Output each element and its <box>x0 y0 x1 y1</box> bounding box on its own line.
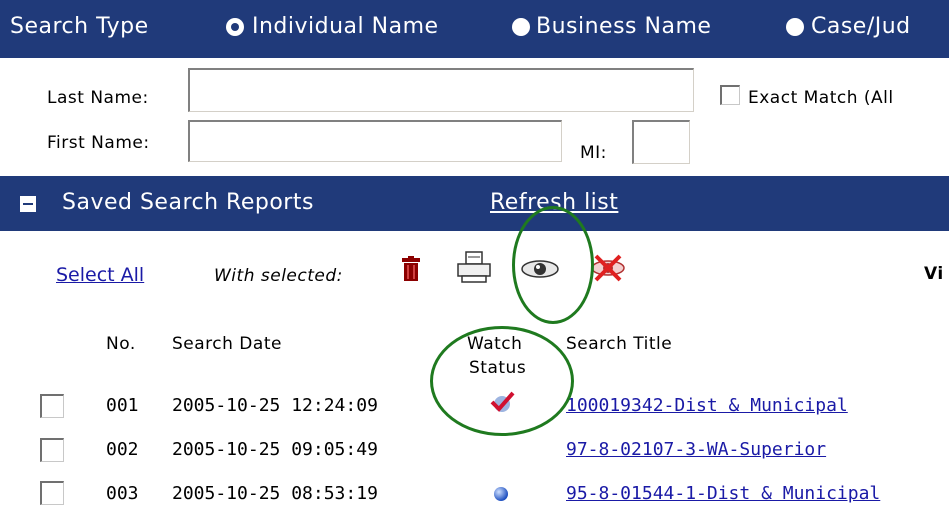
refresh-list-link[interactable]: Refresh list <box>490 190 618 215</box>
row-date: 2005-10-25 12:24:09 <box>172 395 378 416</box>
row-title-link[interactable]: 97-8-02107-3-WA-Superior <box>566 439 826 460</box>
trash-icon[interactable] <box>400 256 422 286</box>
radio-individual-name-label[interactable]: Individual Name <box>252 14 439 39</box>
radio-case-judgment-label[interactable]: Case/Jud <box>811 14 911 39</box>
select-all-link[interactable]: Select All <box>56 264 144 286</box>
first-name-label: First Name: <box>47 133 150 153</box>
row-no: 001 <box>106 395 139 416</box>
col-search-date: Search Date <box>172 334 282 354</box>
watch-blue-dot-icon <box>492 485 510 507</box>
row-date: 2005-10-25 09:05:49 <box>172 439 378 460</box>
row-checkbox[interactable] <box>40 481 64 505</box>
collapse-icon[interactable] <box>20 196 36 212</box>
mi-input[interactable] <box>632 120 690 164</box>
radio-business-name-label[interactable]: Business Name <box>536 14 711 39</box>
row-title-link[interactable]: 100019342-Dist & Municipal <box>566 395 848 416</box>
last-name-input[interactable] <box>188 68 694 112</box>
eye-watch-icon[interactable] <box>520 258 560 284</box>
col-watch-status-line1: Watch <box>467 334 523 354</box>
first-name-input[interactable] <box>188 120 562 162</box>
printer-icon[interactable] <box>456 250 492 288</box>
row-date: 2005-10-25 08:53:19 <box>172 483 378 504</box>
col-search-title: Search Title <box>566 334 673 354</box>
col-watch-status-line2: Status <box>469 358 527 378</box>
saved-reports-title: Saved Search Reports <box>62 190 314 215</box>
search-type-label: Search Type <box>10 14 149 39</box>
mi-label: MI: <box>580 143 607 163</box>
radio-business-name[interactable] <box>512 18 530 36</box>
row-no: 003 <box>106 483 139 504</box>
watch-checkmark-icon <box>488 390 516 418</box>
row-no: 002 <box>106 439 139 460</box>
radio-case-judgment[interactable] <box>786 18 804 36</box>
row-checkbox[interactable] <box>40 394 64 418</box>
last-name-label: Last Name: <box>47 88 149 108</box>
with-selected-label: With selected: <box>214 266 343 286</box>
exact-match-label: Exact Match (All <box>748 88 894 108</box>
view-label-cut: Vi <box>924 264 944 284</box>
radio-individual-name[interactable] <box>226 18 244 36</box>
row-title-link[interactable]: 95-8-01544-1-Dist & Municipal <box>566 483 880 504</box>
row-checkbox[interactable] <box>40 438 64 462</box>
unwatch-icon[interactable] <box>590 252 626 288</box>
exact-match-checkbox[interactable] <box>720 85 740 105</box>
col-no: No. <box>106 334 136 354</box>
search-type-bar: Search Type Individual Name Business Nam… <box>0 0 949 58</box>
